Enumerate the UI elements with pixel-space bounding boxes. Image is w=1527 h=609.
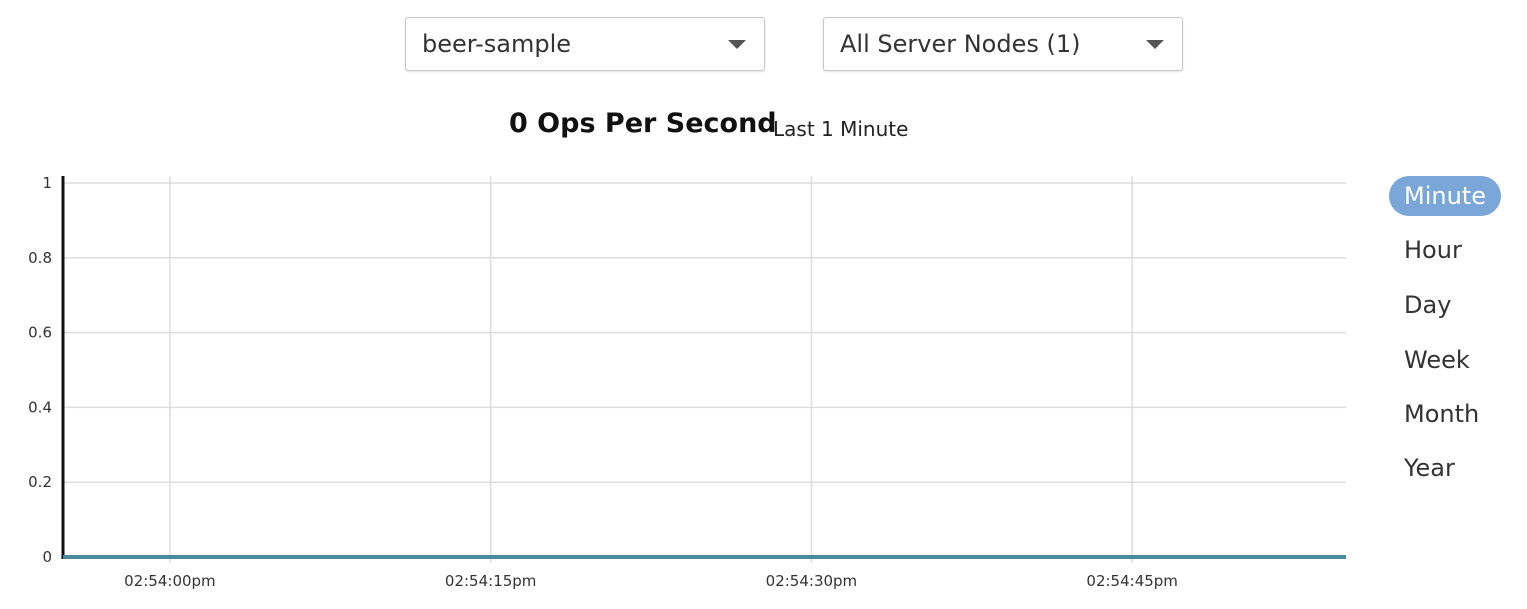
x-tick-label: 02:54:30pm [766,572,858,590]
x-tick-label: 02:54:15pm [445,572,537,590]
y-tick-label: 0.6 [28,324,52,342]
y-tick-label: 0.8 [28,249,52,267]
y-tick-label: 1 [42,174,52,192]
x-tick-label: 02:54:45pm [1086,572,1178,590]
zoom-option-hour[interactable]: Hour [1389,230,1501,270]
zoom-option-year[interactable]: Year [1389,448,1501,488]
zoom-option-week[interactable]: Week [1389,340,1501,380]
zoom-option-day[interactable]: Day [1389,285,1501,325]
x-tick-label: 02:54:00pm [124,572,216,590]
zoom-option-month[interactable]: Month [1389,394,1501,434]
y-tick-label: 0 [42,548,52,566]
y-tick-label: 0.2 [28,473,52,491]
y-tick-label: 0.4 [28,398,52,416]
zoom-option-minute[interactable]: Minute [1389,176,1501,216]
ops-chart: 0 0.2 0.4 0.6 0.8 1 02:54:00pm 02:54:15pm 02:54:… [28,174,1346,590]
